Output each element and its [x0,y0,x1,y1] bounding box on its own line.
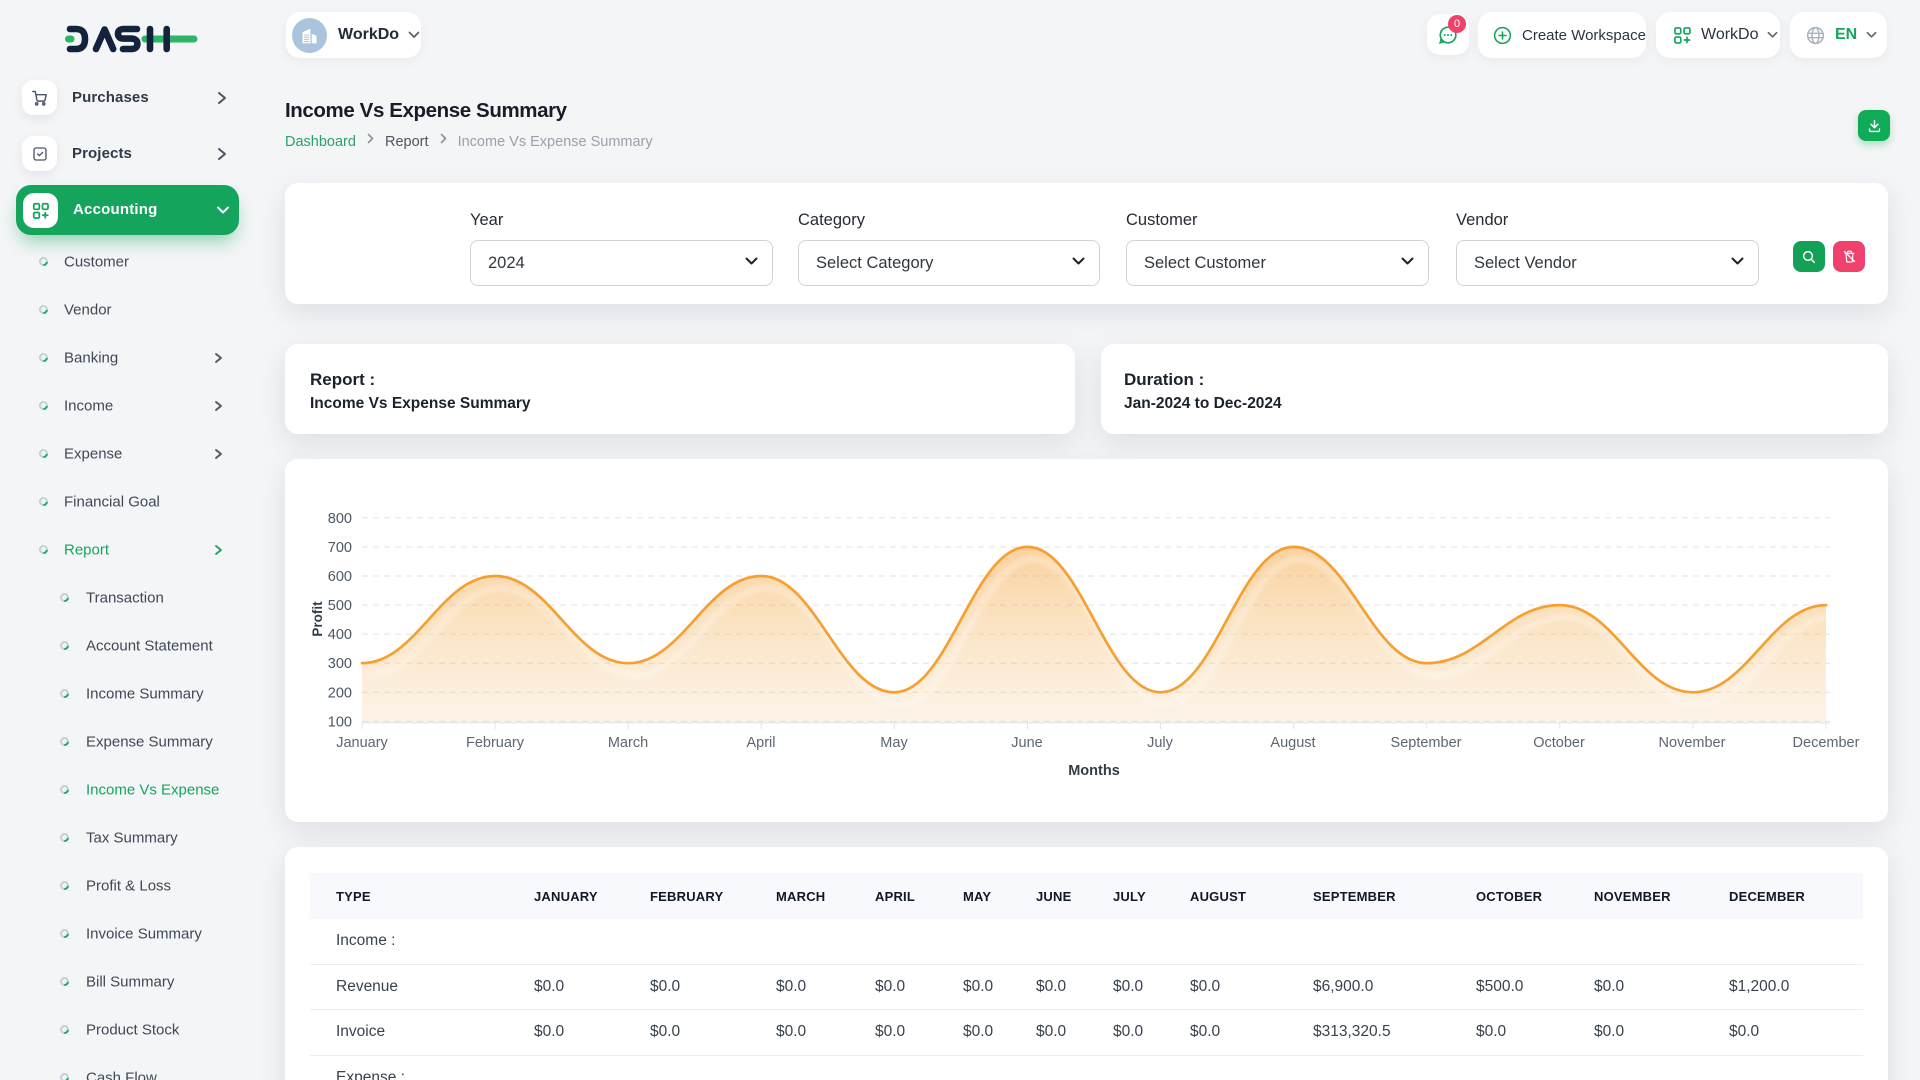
svg-text:October: October [1533,735,1585,751]
svg-text:800: 800 [328,511,352,527]
svg-text:August: August [1270,735,1315,751]
svg-text:September: September [1391,735,1462,751]
svg-text:April: April [746,735,775,751]
svg-text:July: July [1147,735,1174,751]
svg-text:300: 300 [328,656,352,672]
svg-text:500: 500 [328,598,352,614]
svg-text:November: November [1659,735,1726,751]
svg-text:600: 600 [328,569,352,585]
svg-text:Months: Months [1068,763,1120,779]
svg-text:February: February [466,735,525,751]
svg-text:100: 100 [328,714,352,730]
svg-text:Profit: Profit [310,601,325,637]
svg-text:January: January [336,735,388,751]
svg-text:December: December [1793,735,1860,751]
svg-text:200: 200 [328,685,352,701]
svg-text:June: June [1011,735,1042,751]
svg-text:700: 700 [328,540,352,556]
svg-text:May: May [880,735,908,751]
svg-text:March: March [608,735,648,751]
svg-text:400: 400 [328,627,352,643]
